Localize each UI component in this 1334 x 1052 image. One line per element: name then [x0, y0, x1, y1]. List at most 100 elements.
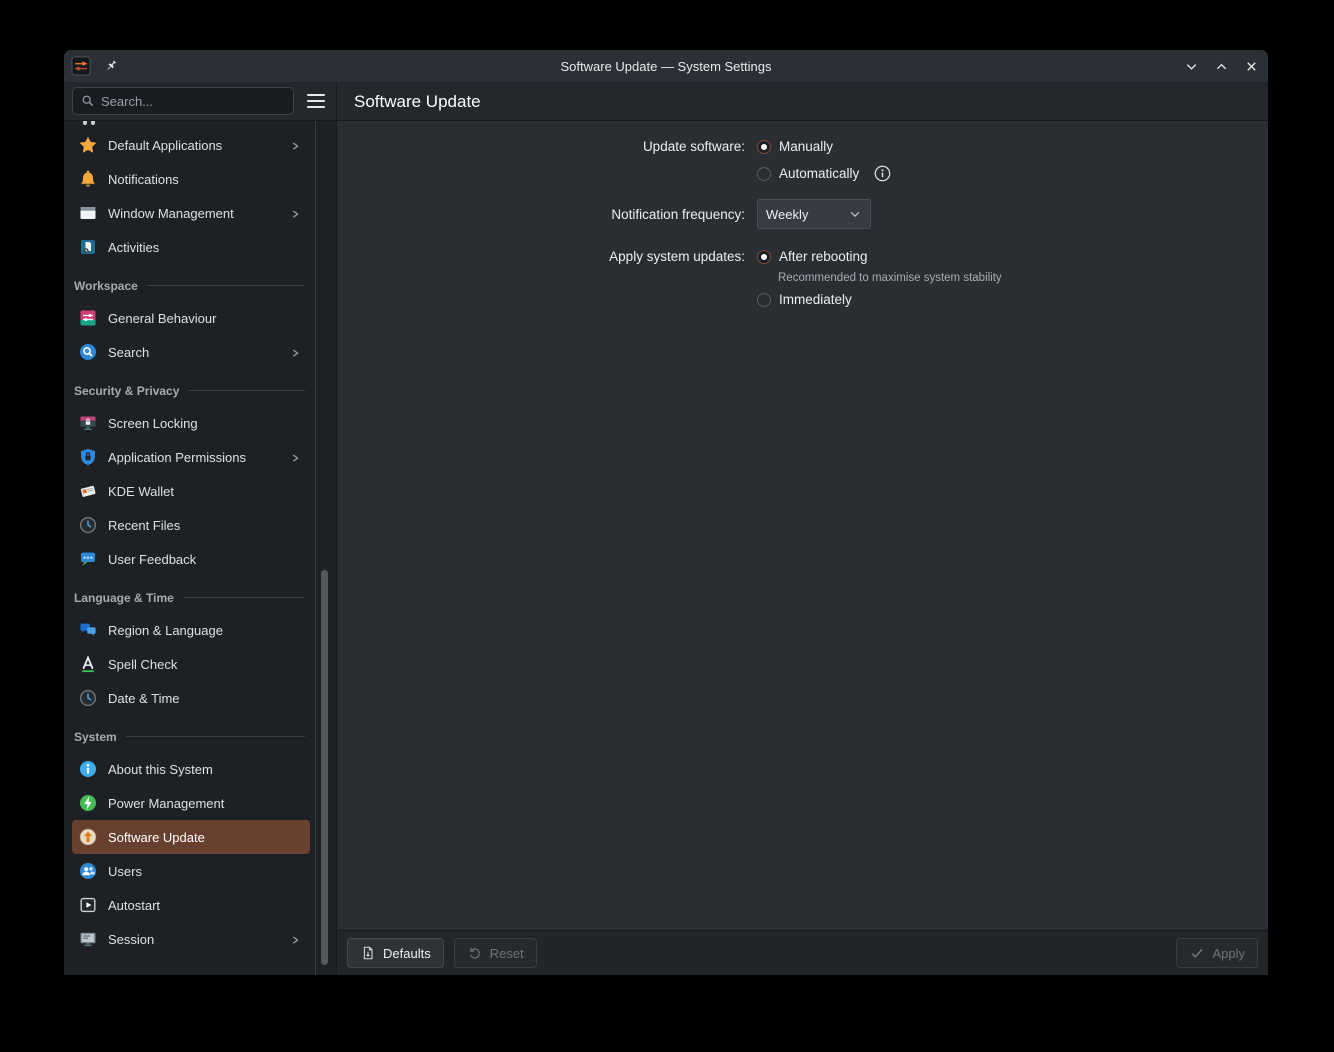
reset-button[interactable]: Reset [453, 938, 537, 968]
spell-check-icon [82, 655, 94, 673]
sidebar-item-activities[interactable]: Activities [72, 230, 310, 264]
close-button[interactable] [1240, 55, 1262, 77]
check-icon [1189, 945, 1205, 961]
pin-icon[interactable] [103, 58, 119, 74]
sidebar-item-label: Autostart [108, 897, 161, 913]
defaults-button[interactable]: Defaults [347, 938, 444, 968]
toolbar: Software Update [64, 82, 1268, 121]
apply-button[interactable]: Apply [1176, 938, 1258, 968]
user-feedback-icon [81, 552, 95, 566]
date-time-icon [79, 689, 97, 707]
info-icon[interactable] [873, 164, 892, 183]
sidebar-item-label: General Behaviour [108, 310, 217, 326]
star-icon [79, 136, 97, 153]
sidebar-item-region-language[interactable]: Region & Language [72, 613, 310, 647]
apply-updates-label: Apply system updates: [609, 249, 745, 264]
sidebar-item-spell-check[interactable]: Spell Check [72, 647, 310, 681]
radio-after-rebooting-label: After rebooting [779, 249, 868, 264]
chevron-right-icon [292, 936, 299, 944]
apply-label: Apply [1212, 945, 1245, 961]
sidebar-item-recent-files[interactable]: Recent Files [72, 508, 310, 542]
sidebar-item-label: Software Update [108, 829, 205, 845]
page-title: Software Update [354, 91, 481, 111]
sidebar-item-label: Application Permissions [108, 449, 247, 465]
sidebar-item-user-feedback[interactable]: User Feedback [72, 542, 310, 576]
notification-frequency-label: Notification frequency: [611, 206, 745, 222]
chevron-down-icon [1186, 63, 1196, 70]
sidebar-item-label: KDE Wallet [108, 483, 174, 499]
chevron-up-icon [1216, 63, 1226, 69]
sidebar-item-kde-wallet[interactable]: KDE Wallet [72, 474, 310, 508]
sidebar-section-header: Language & Time [64, 576, 315, 613]
bell-icon [80, 170, 96, 187]
sidebar-item-label: Session [108, 931, 155, 947]
chevron-right-icon [292, 454, 299, 462]
clipped-list-item [64, 121, 315, 128]
close-icon [1246, 61, 1256, 71]
search-blue-icon [80, 344, 96, 360]
menu-button[interactable] [300, 87, 332, 115]
chevron-right-icon [292, 142, 299, 150]
chevron-right-icon [292, 210, 299, 218]
session-icon [80, 932, 96, 947]
after-rebooting-description: Recommended to maximise system stability [778, 272, 1002, 284]
radio-manually[interactable] [757, 139, 771, 154]
sidebar-item-label: Search [108, 344, 150, 360]
sidebar-item-general-behaviour[interactable]: General Behaviour [72, 301, 310, 335]
sidebar-item-date-time[interactable]: Date & Time [72, 681, 310, 715]
sidebar-scrollbar[interactable] [321, 570, 328, 965]
search-input[interactable] [101, 93, 285, 109]
sidebar-item-about-this-system[interactable]: About this System [72, 752, 310, 786]
radio-immediately-label: Immediately [779, 292, 852, 307]
sidebar-item-users[interactable]: Users [72, 854, 310, 888]
sidebar-item-search[interactable]: Search [72, 335, 310, 369]
radio-after-rebooting[interactable] [757, 249, 771, 264]
sidebar-item-autostart[interactable]: Autostart [72, 888, 310, 922]
reset-label: Reset [489, 945, 524, 961]
sidebar-item-default-applications[interactable]: Default Applications [72, 128, 310, 162]
footer-bar: Defaults Reset Apply [337, 930, 1268, 975]
screen-locking-icon [80, 416, 96, 430]
sidebar-item-power-management[interactable]: Power Management [72, 786, 310, 820]
sidebar-item-label: Screen Locking [108, 415, 198, 431]
sidebar-section-header: Security & Privacy [64, 369, 315, 406]
sidebar-item-label: Default Applications [108, 137, 223, 153]
sidebar-item-label: User Feedback [108, 551, 197, 567]
search-icon [82, 95, 94, 107]
sidebar-item-application-permissions[interactable]: Application Permissions [72, 440, 310, 474]
sidebar-item-label: Date & Time [108, 690, 180, 706]
sidebar-item-label: Region & Language [108, 622, 223, 638]
software-update-icon [79, 828, 97, 846]
radio-automatically[interactable] [757, 166, 771, 181]
select-value: Weekly [766, 206, 809, 222]
sidebar-section-header: System [64, 715, 315, 752]
notification-frequency-select[interactable]: Weekly [757, 199, 871, 229]
minimize-button[interactable] [1180, 55, 1202, 77]
sidebar-item-screen-locking[interactable]: Screen Locking [72, 406, 310, 440]
sidebar-item-notifications[interactable]: Notifications [72, 162, 310, 196]
sidebar-item-session[interactable]: Session [72, 922, 310, 956]
general-behaviour-icon [80, 310, 96, 326]
sidebar-item-window-management[interactable]: Window Management [72, 196, 310, 230]
search-box[interactable] [72, 87, 294, 115]
sidebar-item-label: Window Management [108, 205, 234, 221]
sidebar-item-label: Activities [108, 239, 160, 255]
sidebar-section-header: Workspace [64, 264, 315, 301]
sidebar-item-label: Recent Files [108, 517, 181, 533]
window-title: Software Update — System Settings [560, 58, 772, 74]
sidebar-item-label: About this System [108, 761, 213, 777]
sidebar-item-label: Users [108, 863, 142, 879]
recent-files-icon [79, 516, 97, 534]
radio-manually-label: Manually [779, 139, 834, 154]
system-settings-window: Software Update — System Settings Search… [64, 50, 1268, 975]
sidebar: Default Applications Notifications Window … [64, 121, 336, 975]
sidebar-item-software-update[interactable]: Software Update [72, 820, 310, 854]
power-icon [80, 795, 96, 811]
kde-wallet-icon [80, 485, 96, 497]
activities-icon [81, 240, 95, 254]
titlebar: Software Update — System Settings [64, 50, 1268, 82]
document-icon [360, 945, 376, 961]
radio-immediately[interactable] [757, 292, 771, 307]
maximize-button[interactable] [1210, 55, 1232, 77]
sidebar-item-label: Notifications [108, 171, 179, 187]
